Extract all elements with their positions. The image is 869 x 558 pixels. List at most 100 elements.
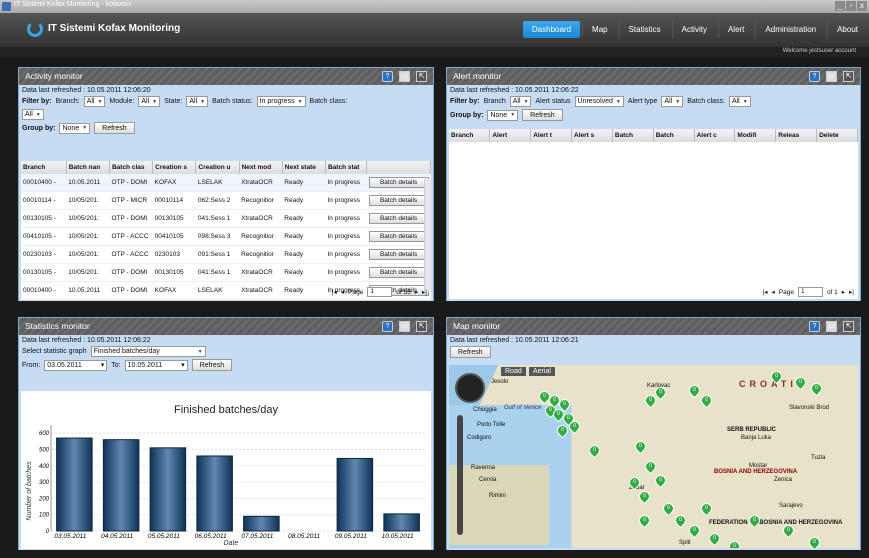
last-page-icon[interactable]: ▸| <box>849 288 854 296</box>
map-marker-icon[interactable]: 0 <box>566 418 583 435</box>
page-input[interactable]: 1 <box>367 287 393 297</box>
nav-dashboard[interactable]: Dashboard <box>522 21 581 38</box>
refresh-button[interactable]: Refresh <box>450 346 491 358</box>
column-header[interactable]: Batch nan <box>66 161 110 174</box>
table-row[interactable]: 00130105 -10/05/201: OTP - DOMI 00130105 04… <box>21 209 431 228</box>
map-marker-icon[interactable]: 0 <box>652 472 669 489</box>
page-input[interactable]: 1 <box>797 287 823 297</box>
restore-icon[interactable]: ▭ <box>826 321 837 332</box>
table-row[interactable]: 00130105 -10/05/201: OTP - DOMI 00130105 04… <box>21 263 431 282</box>
chart-bar[interactable] <box>336 457 374 532</box>
nav-activity[interactable]: Activity <box>671 21 716 38</box>
calendar-icon[interactable]: ▾ <box>101 361 105 369</box>
column-header[interactable] <box>366 161 431 174</box>
nav-statistics[interactable]: Statistics <box>618 21 670 38</box>
table-row[interactable]: 00010400 -10.05.2011 OTP - DOMI KOFAX LSELA… <box>21 174 431 192</box>
nav-administration[interactable]: Administration <box>755 21 825 38</box>
nav-about[interactable]: About <box>827 21 867 38</box>
state-select[interactable]: All ▼ <box>186 96 209 107</box>
chart-bar[interactable] <box>56 437 93 532</box>
chart-bar[interactable] <box>149 447 187 532</box>
batch-details-button[interactable]: Batch details <box>368 213 429 224</box>
map-marker-icon[interactable]: 0 <box>686 382 703 399</box>
refresh-button[interactable]: Refresh <box>522 109 563 121</box>
refresh-button[interactable]: Refresh <box>191 359 233 371</box>
help-icon[interactable]: ? <box>382 71 393 82</box>
next-page-icon[interactable]: ▸ <box>415 288 418 296</box>
maximize-icon[interactable]: ⇱ <box>416 71 427 82</box>
nav-alert[interactable]: Alert <box>717 21 753 38</box>
chart-bar[interactable] <box>243 515 280 532</box>
help-icon[interactable]: ? <box>382 321 393 332</box>
map-marker-icon[interactable]: 0 <box>698 500 715 517</box>
map-zoom-slider[interactable] <box>457 415 463 535</box>
batch-class-select[interactable]: All ▼ <box>22 109 44 120</box>
group-by-select[interactable]: None ▼ <box>59 122 91 134</box>
maximize-button[interactable]: ▫ <box>846 1 856 11</box>
column-header[interactable]: Creation u <box>195 161 240 174</box>
map-marker-icon[interactable]: 0 <box>586 442 603 459</box>
alert-status-select[interactable]: Unresolved ▼ <box>574 96 624 107</box>
column-header[interactable]: Branch <box>449 129 491 142</box>
table-row[interactable]: 00230103 -10/05/201: OTP - ACCC 0230103 091… <box>21 245 431 264</box>
column-header[interactable]: Alert c <box>694 129 736 142</box>
batch-details-button[interactable]: Batch details <box>368 249 429 260</box>
map-marker-icon[interactable]: 0 <box>686 522 703 539</box>
graph-select[interactable]: Finished batches/day ▼ <box>90 346 206 357</box>
to-date-input[interactable]: 10.05.2011 ▾ <box>124 359 188 371</box>
help-icon[interactable]: ? <box>809 71 820 82</box>
column-header[interactable]: Modifi <box>734 129 777 142</box>
batch-details-button[interactable]: Batch details <box>368 177 429 188</box>
scrollbar[interactable] <box>424 179 431 291</box>
chart-bar[interactable] <box>196 455 233 532</box>
map-marker-icon[interactable]: 0 <box>698 392 715 409</box>
map-marker-icon[interactable]: 0 <box>808 380 825 397</box>
map-aerial-tab[interactable]: Aerial <box>529 367 555 376</box>
nav-map[interactable]: Map <box>582 21 617 38</box>
minimize-button[interactable]: _ <box>835 1 845 11</box>
map-marker-icon[interactable]: 0 <box>726 538 743 548</box>
column-header[interactable]: Next state <box>282 161 326 174</box>
module-select[interactable]: All ▼ <box>138 96 161 107</box>
map-marker-icon[interactable]: 0 <box>806 534 823 548</box>
map-marker-icon[interactable]: 0 <box>672 512 689 529</box>
restore-icon[interactable]: ▭ <box>826 71 837 82</box>
map-marker-icon[interactable]: 0 <box>636 488 653 505</box>
calendar-icon[interactable]: ▾ <box>181 361 185 369</box>
map-marker-icon[interactable]: 0 <box>632 438 649 455</box>
column-header[interactable]: Creation s <box>152 161 197 174</box>
column-header[interactable]: Alert <box>489 129 532 142</box>
maximize-icon[interactable]: ⇱ <box>843 71 854 82</box>
batch-details-button[interactable]: Batch details <box>368 267 429 278</box>
map-road-tab[interactable]: Road <box>501 367 526 376</box>
first-page-icon[interactable]: |◂ <box>332 288 337 296</box>
refresh-button[interactable]: Refresh <box>94 122 135 134</box>
column-header[interactable]: Branch <box>21 161 67 174</box>
branch-select[interactable]: All ▼ <box>509 96 532 107</box>
map-marker-icon[interactable]: 0 <box>642 458 659 475</box>
restore-icon[interactable]: ▭ <box>399 321 410 332</box>
batch-class-select[interactable]: All ▼ <box>728 96 751 107</box>
column-header[interactable]: Batch clas <box>109 161 154 174</box>
table-row[interactable]: 00010114 -10/05/201: OTP - MICR 00010114 06… <box>21 191 431 210</box>
column-header[interactable]: Batch stat <box>325 161 368 174</box>
help-icon[interactable]: ? <box>809 321 820 332</box>
prev-page-icon[interactable]: ◂ <box>341 288 344 296</box>
first-page-icon[interactable]: |◂ <box>763 288 768 296</box>
prev-page-icon[interactable]: ◂ <box>771 288 774 296</box>
last-page-icon[interactable]: ▸| <box>422 288 427 296</box>
group-by-select[interactable]: None ▼ <box>487 109 519 121</box>
from-date-input[interactable]: 03.05.2011 ▾ <box>44 359 108 371</box>
map-compass-icon[interactable] <box>455 373 485 403</box>
batch-details-button[interactable]: Batch details <box>368 231 429 242</box>
close-button[interactable]: x <box>857 1 867 11</box>
branch-select[interactable]: All ▼ <box>83 96 106 107</box>
batch-details-button[interactable]: Batch details <box>368 195 429 206</box>
column-header[interactable]: Delete <box>816 129 858 142</box>
map-marker-icon[interactable]: 0 <box>706 530 723 547</box>
column-header[interactable]: Releas <box>775 129 818 142</box>
column-header[interactable]: Alert s <box>571 129 613 142</box>
column-header[interactable]: Next mod <box>239 161 283 174</box>
alert-type-select[interactable]: All ▼ <box>661 96 684 107</box>
maximize-icon[interactable]: ⇱ <box>416 321 427 332</box>
